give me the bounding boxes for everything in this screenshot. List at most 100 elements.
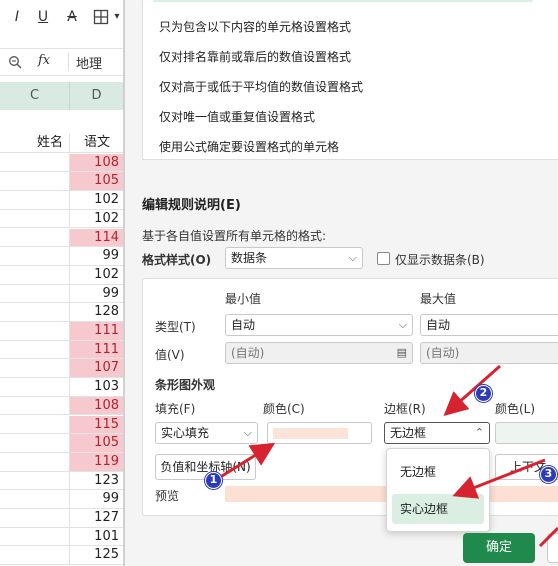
- name-cell[interactable]: [0, 527, 70, 546]
- column-header-c[interactable]: C: [0, 82, 70, 110]
- max-value-text: (自动): [426, 346, 460, 360]
- header-cell-name[interactable]: 姓名: [0, 134, 70, 152]
- max-type-value: 自动: [426, 318, 451, 332]
- cancel-button[interactable]: [547, 533, 558, 563]
- table-row: 105: [0, 172, 124, 192]
- score-cell[interactable]: 127: [70, 509, 124, 527]
- fill-select[interactable]: 实心填充 ⌵: [155, 422, 258, 444]
- chevron-down-icon[interactable]: ▾: [112, 6, 122, 28]
- score-cell[interactable]: 101: [70, 528, 124, 546]
- name-cell[interactable]: [0, 434, 70, 452]
- edit-rule-subtitle: 基于各自值设置所有单元格的格式:: [142, 229, 327, 243]
- name-cell[interactable]: [0, 378, 70, 396]
- max-value-input[interactable]: (自动): [420, 342, 558, 364]
- name-cell[interactable]: [0, 247, 70, 265]
- name-cell[interactable]: [0, 303, 70, 321]
- formula-input[interactable]: 地理: [76, 53, 102, 72]
- name-cell[interactable]: [0, 172, 70, 191]
- name-cell[interactable]: [0, 209, 70, 228]
- max-label: 最大值: [420, 292, 457, 306]
- name-cell[interactable]: [0, 415, 70, 434]
- border-color-picker[interactable]: [495, 422, 558, 444]
- score-cell[interactable]: 125: [70, 546, 124, 564]
- score-cell[interactable]: 123: [70, 472, 124, 490]
- format-style-select[interactable]: 数据条 ⌵: [225, 247, 363, 269]
- border-option-solid[interactable]: 实心边框: [392, 494, 484, 524]
- border-grid-icon[interactable]: [92, 6, 110, 28]
- border-value: 无边框: [390, 426, 427, 440]
- fill-label: 填充(F): [155, 402, 196, 416]
- name-cell[interactable]: [0, 509, 70, 527]
- rule-item-contains[interactable]: 只为包含以下内容的单元格设置格式: [159, 18, 351, 35]
- fill-color-label: 颜色(C): [263, 402, 305, 416]
- name-cell[interactable]: [0, 153, 70, 172]
- name-cell[interactable]: [0, 452, 70, 471]
- badge-2: 2: [475, 385, 492, 402]
- italic-icon[interactable]: I: [10, 6, 24, 28]
- show-bar-only-checkbox[interactable]: [377, 252, 390, 265]
- rule-item-formula[interactable]: 使用公式确定要设置格式的单元格: [159, 138, 339, 155]
- name-cell[interactable]: [0, 359, 70, 378]
- score-cell[interactable]: 111: [70, 322, 124, 340]
- zoom-search-icon[interactable]: [8, 53, 22, 73]
- min-type-value: 自动: [231, 318, 256, 332]
- table-row: 119: [0, 452, 124, 472]
- column-header-d[interactable]: D: [70, 82, 124, 110]
- score-cell[interactable]: 103: [70, 378, 124, 396]
- name-cell[interactable]: [0, 284, 70, 303]
- score-cell[interactable]: 114: [70, 228, 124, 247]
- border-select[interactable]: 无边框 ⌃: [384, 422, 490, 444]
- score-cell[interactable]: 107: [70, 359, 124, 378]
- name-cell[interactable]: [0, 265, 70, 284]
- border-option-none[interactable]: 无边框: [392, 457, 484, 487]
- name-cell[interactable]: [0, 340, 70, 359]
- chevron-down-icon: ⌵: [398, 318, 407, 331]
- header-cell-score[interactable]: 语文: [70, 134, 124, 152]
- score-cell[interactable]: 99: [70, 490, 124, 508]
- fill-color-picker[interactable]: [267, 422, 372, 444]
- score-cell[interactable]: 99: [70, 247, 124, 265]
- score-cell[interactable]: 105: [70, 434, 124, 452]
- min-value-input[interactable]: (自动) ▤: [225, 342, 413, 364]
- score-cell[interactable]: 115: [70, 415, 124, 434]
- table-row: 103: [0, 378, 124, 397]
- max-type-select[interactable]: 自动: [420, 314, 558, 336]
- fx-icon[interactable]: fx: [38, 53, 50, 68]
- table-row: 123: [0, 471, 124, 491]
- format-style-value: 数据条: [231, 251, 268, 265]
- table-row: 108: [0, 153, 124, 173]
- score-cell[interactable]: 102: [70, 210, 124, 228]
- range-picker-icon[interactable]: ▤: [397, 343, 407, 363]
- formula-bar: fx 地理: [0, 48, 124, 76]
- score-cell[interactable]: 105: [70, 172, 124, 191]
- ok-button[interactable]: 确定: [463, 533, 535, 563]
- strikethrough-button[interactable]: A: [64, 6, 80, 28]
- name-cell[interactable]: [0, 396, 70, 415]
- rule-item-rank[interactable]: 仅对排名靠前或靠后的数值设置格式: [159, 48, 351, 65]
- underline-button[interactable]: U: [36, 6, 50, 28]
- min-type-select[interactable]: 自动 ⌵: [225, 314, 413, 336]
- name-cell[interactable]: [0, 322, 70, 340]
- table-row: 128: [0, 303, 124, 322]
- score-cell[interactable]: 128: [70, 303, 124, 321]
- spreadsheet-area: I U A ▾ fx 地理 C D 姓名 语文 108 105 102 102 114 9…: [0, 0, 124, 566]
- score-cell[interactable]: 108: [70, 153, 124, 172]
- score-cell[interactable]: 102: [70, 266, 124, 284]
- score-cell[interactable]: 102: [70, 191, 124, 209]
- name-cell[interactable]: [0, 490, 70, 508]
- name-cell[interactable]: [0, 471, 70, 490]
- rule-item-average[interactable]: 仅对高于或低于平均值的数值设置格式: [159, 78, 363, 95]
- score-cell[interactable]: 99: [70, 285, 124, 303]
- name-cell[interactable]: [0, 546, 70, 565]
- table-row: 111: [0, 340, 124, 360]
- divider: [68, 53, 69, 71]
- table-row: 115: [0, 415, 124, 435]
- min-label: 最小值: [225, 292, 262, 306]
- score-cell[interactable]: 119: [70, 452, 124, 471]
- rule-item-unique[interactable]: 仅对唯一值或重复值设置格式: [159, 108, 315, 125]
- score-cell[interactable]: 111: [70, 340, 124, 359]
- name-cell[interactable]: [0, 228, 70, 247]
- name-cell[interactable]: [0, 191, 70, 209]
- selected-rule-item[interactable]: [153, 0, 533, 2]
- score-cell[interactable]: 108: [70, 396, 124, 415]
